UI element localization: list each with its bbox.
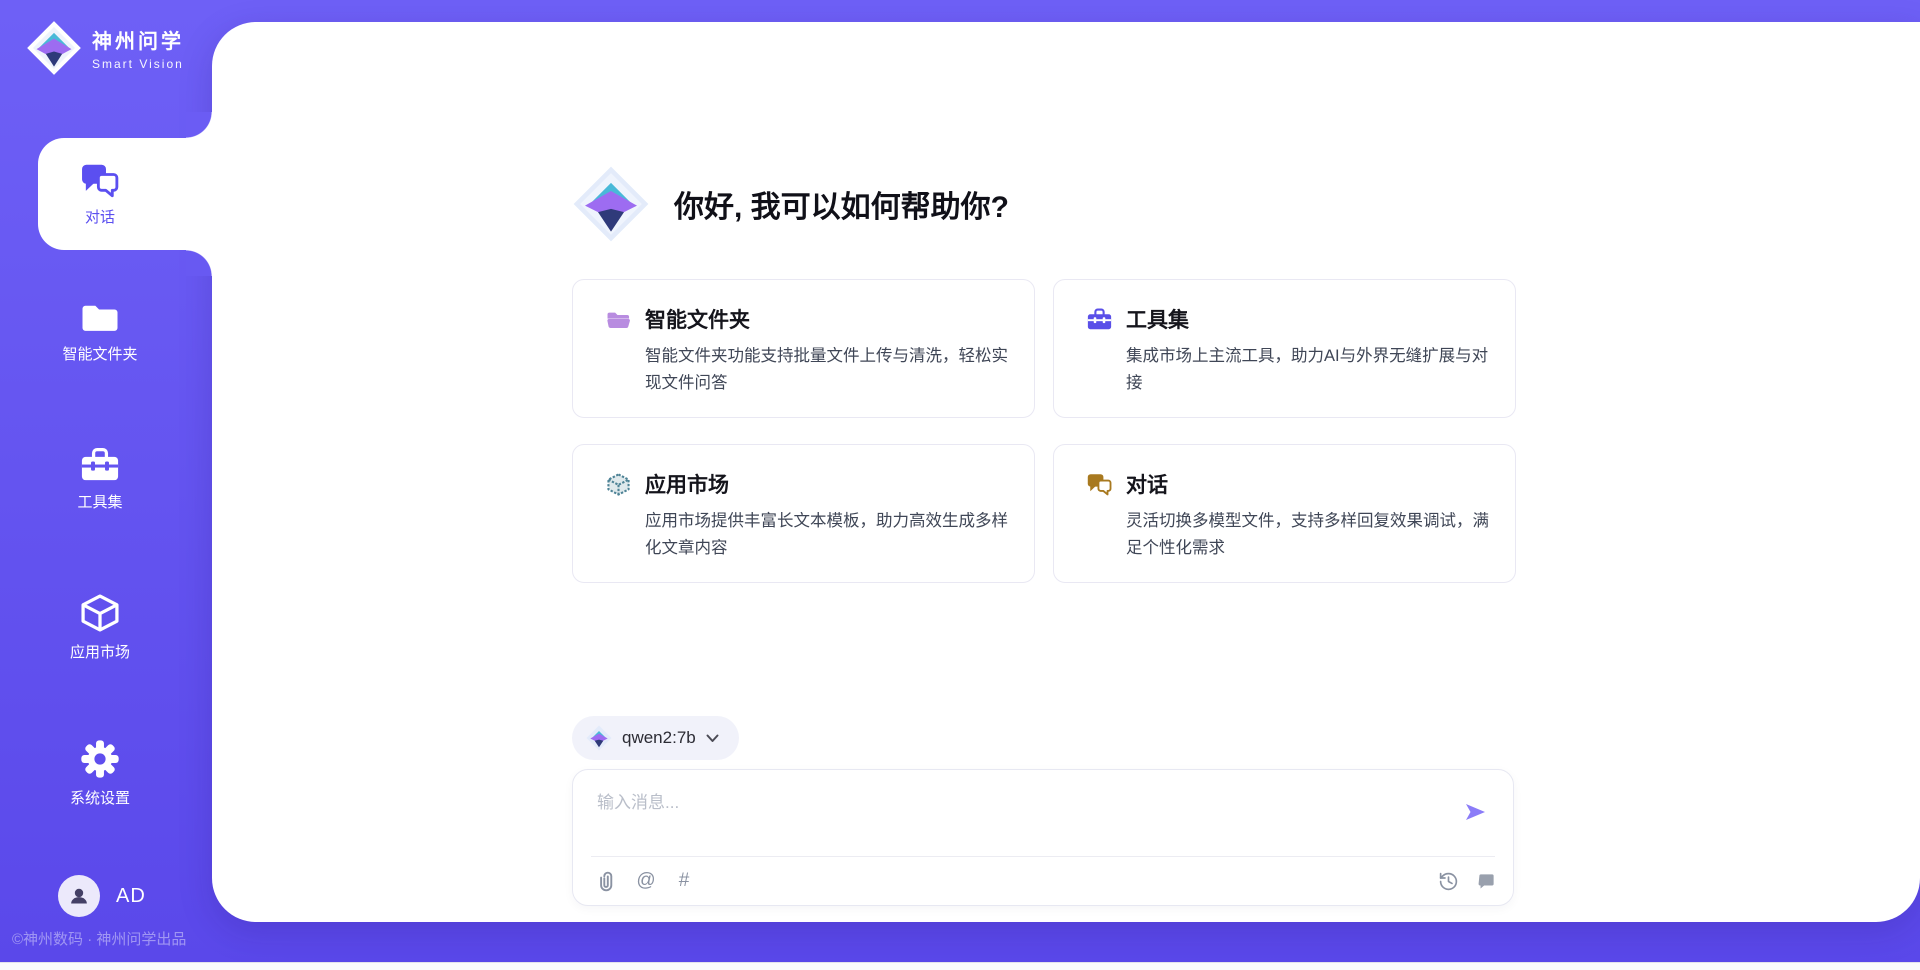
sidebar: 神州问学 Smart Vision 对话 智能文件夹	[0, 0, 212, 970]
brand-name-cn: 神州问学	[92, 25, 184, 54]
attachment-icon[interactable]	[597, 870, 619, 892]
pixel-cube-icon	[605, 472, 632, 497]
folder-open-icon	[605, 307, 632, 332]
model-diamond-logo-icon	[586, 725, 612, 751]
copyright-text: ©神州数码 · 神州问学出品	[12, 928, 186, 949]
chat-icon	[1086, 472, 1113, 497]
model-name: qwen2:7b	[622, 728, 696, 748]
user-icon	[67, 884, 91, 908]
sidebar-item-label: 对话	[85, 206, 115, 227]
main-panel: 你好, 我可以如何帮助你? 智能文件夹 智能文件夹功能支持批量文件上传与清洗，轻…	[212, 22, 1920, 922]
mention-icon[interactable]: @	[635, 870, 657, 892]
message-composer: @ #	[572, 769, 1514, 906]
message-input[interactable]	[597, 788, 1447, 846]
briefcase-icon	[79, 446, 121, 484]
greeting: 你好, 我可以如何帮助你?	[572, 165, 1009, 243]
hash-icon[interactable]: #	[673, 870, 695, 892]
sidebar-item-label: 工具集	[77, 491, 122, 512]
cube-icon	[79, 592, 121, 634]
tab-curve-top	[186, 112, 212, 138]
card-smart-folder[interactable]: 智能文件夹 智能文件夹功能支持批量文件上传与清洗，轻松实现文件问答	[572, 279, 1035, 418]
chevron-down-icon	[706, 734, 719, 743]
sidebar-item-label: 应用市场	[70, 641, 130, 662]
tab-curve-bottom	[186, 250, 212, 276]
card-title: 对话	[1126, 469, 1168, 499]
send-icon[interactable]	[1463, 800, 1487, 824]
comment-icon[interactable]	[1475, 870, 1497, 892]
card-toolset[interactable]: 工具集 集成市场上主流工具，助力AI与外界无缝扩展与对接	[1053, 279, 1516, 418]
card-description: 灵活切换多模型文件，支持多样回复效果调试，满足个性化需求	[1126, 508, 1489, 562]
brand-name-en: Smart Vision	[92, 57, 184, 71]
greeting-diamond-logo-icon	[572, 165, 650, 243]
bottom-scrollbar-strip	[0, 962, 1920, 970]
card-description: 应用市场提供丰富长文本模板，助力高效生成多样化文章内容	[645, 508, 1008, 562]
brand-diamond-logo-icon	[26, 20, 82, 76]
card-title: 应用市场	[645, 469, 729, 499]
sidebar-item-toolset[interactable]: 工具集	[0, 446, 212, 512]
card-title: 智能文件夹	[645, 304, 750, 334]
sidebar-item-settings[interactable]: 系统设置	[0, 738, 212, 808]
chat-icon	[79, 162, 121, 199]
sidebar-item-chat[interactable]: 对话	[38, 138, 212, 250]
brand-text: 神州问学 Smart Vision	[92, 25, 184, 71]
user-account[interactable]: AD	[58, 875, 146, 917]
briefcase-icon	[1086, 307, 1113, 332]
greeting-text: 你好, 我可以如何帮助你?	[674, 182, 1009, 226]
sidebar-item-label: 智能文件夹	[62, 343, 137, 364]
card-description: 集成市场上主流工具，助力AI与外界无缝扩展与对接	[1126, 343, 1489, 397]
card-chat[interactable]: 对话 灵活切换多模型文件，支持多样回复效果调试，满足个性化需求	[1053, 444, 1516, 583]
gear-icon	[79, 738, 121, 780]
sidebar-item-label: 系统设置	[70, 787, 130, 808]
sidebar-item-smart-folder[interactable]: 智能文件夹	[0, 300, 212, 364]
model-selector[interactable]: qwen2:7b	[572, 716, 739, 760]
folder-icon	[79, 300, 121, 336]
brand: 神州问学 Smart Vision	[26, 20, 184, 76]
feature-cards: 智能文件夹 智能文件夹功能支持批量文件上传与清洗，轻松实现文件问答 工具集 集成…	[572, 279, 1516, 583]
avatar	[58, 875, 100, 917]
user-initials: AD	[116, 885, 146, 908]
sidebar-item-app-market[interactable]: 应用市场	[0, 592, 212, 662]
card-description: 智能文件夹功能支持批量文件上传与清洗，轻松实现文件问答	[645, 343, 1008, 397]
history-icon[interactable]	[1437, 870, 1459, 892]
card-app-market[interactable]: 应用市场 应用市场提供丰富长文本模板，助力高效生成多样化文章内容	[572, 444, 1035, 583]
card-title: 工具集	[1126, 304, 1189, 334]
